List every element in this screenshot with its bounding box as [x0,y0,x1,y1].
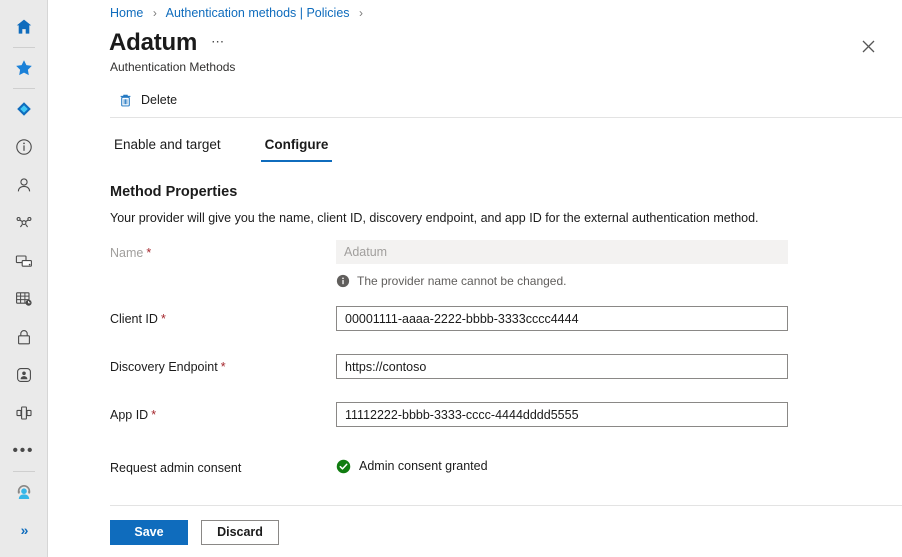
page-subtitle: Authentication Methods [110,60,236,74]
breadcrumb-item-home[interactable]: Home [110,6,143,20]
tab-enable-and-target[interactable]: Enable and target [110,136,225,162]
section-description: Your provider will give you the name, cl… [110,211,759,225]
close-button[interactable] [856,34,880,58]
sidebar-item-devices[interactable] [0,242,48,280]
field-row-discovery-endpoint: Discovery Endpoint * [110,354,800,379]
section-title: Method Properties [110,184,238,200]
required-asterisk: * [220,360,226,374]
close-icon [862,40,874,52]
name-field-hint-text: The provider name cannot be changed. [357,274,567,288]
support-agent-icon [17,485,30,499]
name-field-label-text: Name [110,246,144,260]
trash-icon [120,94,131,106]
breadcrumb: Home › Authentication methods | Policies… [110,4,369,22]
more-ellipsis-icon[interactable]: ⋯ [211,35,226,48]
command-bar-divider [110,117,902,118]
admin-consent-field-control: Admin consent granted [336,455,800,474]
client-id-input[interactable] [336,306,788,331]
tab-configure[interactable]: Configure [260,136,333,162]
info-filled-icon [336,274,350,288]
required-asterisk: * [146,246,152,260]
rail-divider [12,47,35,48]
breadcrumb-separator: › [359,6,364,20]
name-field-label: Name * [110,240,336,261]
app-id-field-label: App ID * [110,402,336,423]
discovery-endpoint-input[interactable] [336,354,788,379]
field-row-name: Name* The provider name cannot be change… [110,240,800,289]
tab-list: Enable and target Configure [110,130,368,162]
sidebar-item-favorites[interactable] [0,49,48,87]
admin-consent-field-label: Request admin consent [110,461,242,475]
check-circle-icon [336,459,351,473]
sidebar-item-users[interactable] [0,166,48,204]
azure-portal-blade: ••• » Home › Authentication methods | Po… [0,0,902,557]
save-button[interactable]: Save [110,520,188,545]
applications-grid-icon [15,292,32,306]
app-id-field-control [336,402,800,427]
breadcrumb-item-authentication-methods[interactable]: Authentication methods | Policies [166,6,350,20]
rail-divider [12,471,35,472]
app-id-input[interactable] [336,402,788,427]
left-navigation-rail: ••• » [0,0,48,557]
sidebar-item-information[interactable] [0,128,48,166]
required-asterisk: * [160,312,166,326]
name-input [336,240,788,264]
breadcrumb-separator: › [152,6,157,20]
lock-icon [17,330,30,345]
command-bar: Delete [110,87,185,113]
sidebar-item-protection[interactable] [0,318,48,356]
required-asterisk: * [151,408,157,422]
favorites-star-icon [15,60,32,76]
status-badge: Admin consent granted [336,455,800,474]
sidebar-item-support[interactable] [0,473,48,511]
discovery-endpoint-field-label: Discovery Endpoint * [110,354,336,375]
sidebar-item-applications[interactable] [0,280,48,318]
footer-divider [110,505,902,506]
client-id-field-label: Client ID * [110,306,336,327]
field-row-admin-consent: Request admin consent Admin consent gran… [110,455,800,476]
delete-button-label: Delete [141,93,178,107]
blade-content: Home › Authentication methods | Policies… [48,0,902,557]
app-id-field-label-text: App ID [110,408,149,422]
azure-diamond-icon [16,102,31,116]
info-circle-icon [15,139,32,155]
field-row-app-id: App ID * [110,402,800,427]
user-icon [17,178,30,192]
sidebar-item-groups[interactable] [0,204,48,242]
external-identities-icon [15,406,32,420]
more-ellipsis-icon: ••• [12,442,35,459]
groups-icon [16,216,31,228]
sidebar-item-azure-resource[interactable] [0,90,48,128]
client-id-field-control [336,306,800,331]
client-id-field-label-text: Client ID [110,312,158,326]
sidebar-item-identity-governance[interactable] [0,356,48,394]
identity-governance-icon [16,368,31,382]
sidebar-expand-button[interactable]: » [0,511,48,549]
discovery-endpoint-field-label-text: Discovery Endpoint [110,360,218,374]
expand-chevrons-icon: » [20,522,29,538]
rail-divider [12,88,35,89]
name-field-control: The provider name cannot be changed. [336,240,800,289]
field-row-client-id: Client ID * [110,306,800,331]
discard-button[interactable]: Discard [201,520,279,545]
sidebar-item-home[interactable] [0,8,48,46]
discovery-endpoint-field-control [336,354,800,379]
sidebar-item-more[interactable]: ••• [0,432,48,470]
home-icon [16,19,31,34]
devices-icon [15,255,32,267]
footer-actions: Save Discard [110,520,279,545]
page-title: Adatum [109,29,198,56]
sidebar-item-external-identities[interactable] [0,394,48,432]
admin-consent-status-text: Admin consent granted [359,459,488,473]
delete-button[interactable]: Delete [110,87,185,113]
title-row: Adatum ⋯ [109,28,226,58]
name-field-hint: The provider name cannot be changed. [336,273,800,289]
